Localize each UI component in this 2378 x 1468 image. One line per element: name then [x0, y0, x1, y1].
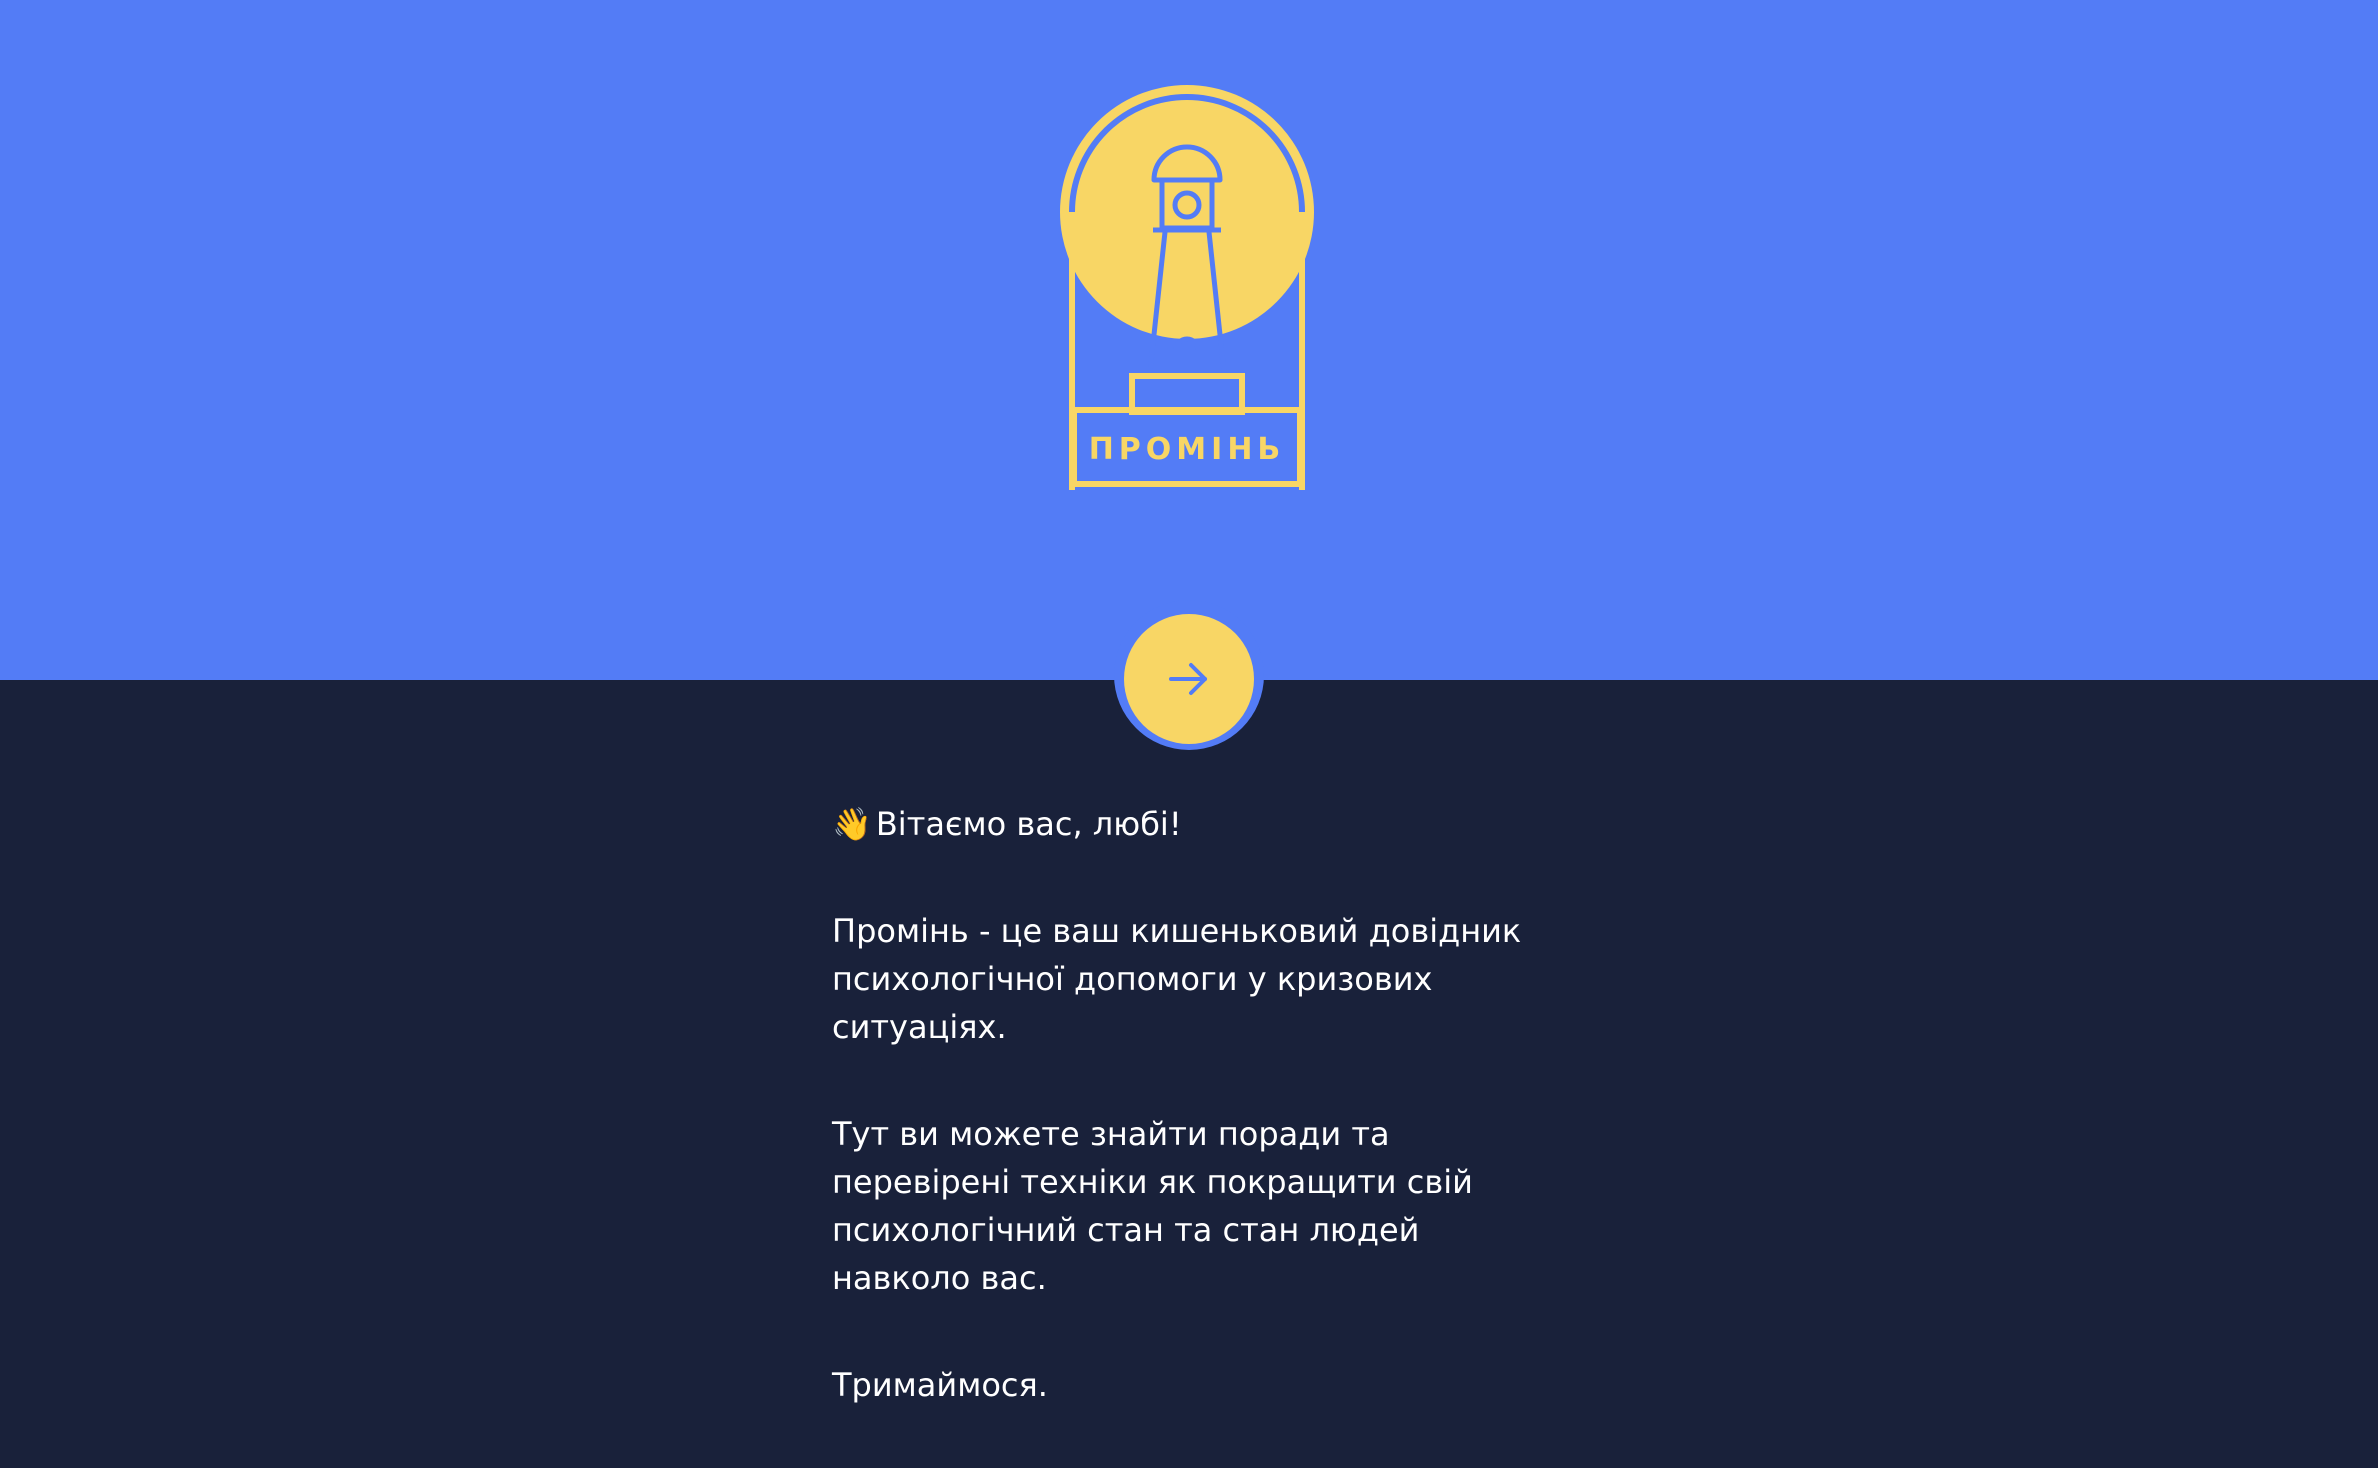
onboarding-screen: ПРОМІНЬ 👋 Вітаємо вас, любі! Промінь - це…: [0, 0, 2378, 1468]
next-button[interactable]: [1124, 614, 1254, 744]
logo: ПРОМІНЬ: [1060, 85, 1314, 490]
greeting: 👋 Вітаємо вас, любі!: [832, 800, 1552, 848]
greeting-text: Вітаємо вас, любі!: [875, 805, 1182, 843]
closing-paragraph: Тримаймося.: [832, 1366, 1048, 1404]
logo-label: ПРОМІНЬ: [1089, 432, 1286, 467]
arrow-right-icon: [1169, 663, 1207, 695]
intro-paragraph: Промінь - це ваш кишеньковий довідник пс…: [832, 912, 1522, 1046]
welcome-text: 👋 Вітаємо вас, любі! Промінь - це ваш киш…: [832, 800, 1552, 1468]
waving-hand-icon: 👋: [832, 805, 872, 843]
hero-section: ПРОМІНЬ: [0, 0, 2378, 680]
description-paragraph: Тут ви можете знайти поради та перевірен…: [832, 1115, 1473, 1297]
